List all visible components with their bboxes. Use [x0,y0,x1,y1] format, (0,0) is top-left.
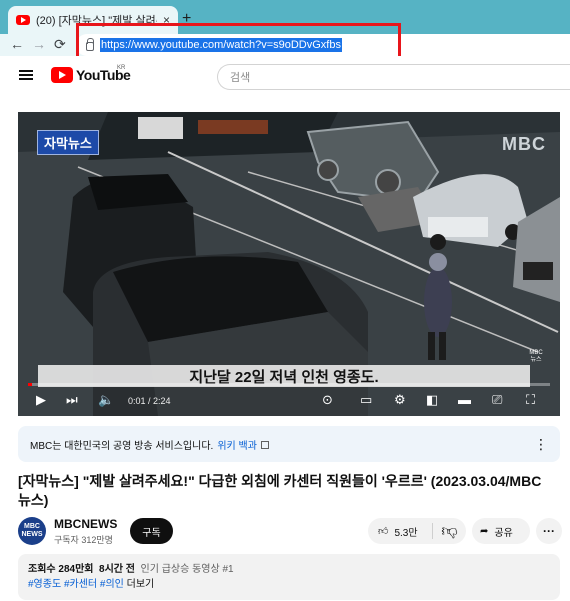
volume-icon[interactable]: 🔈 [98,392,114,408]
thumbs-down-icon: 👎︎ [441,522,458,540]
forward-arrow-icon[interactable]: → [32,36,46,52]
news-badge: 자막뉴스 [37,130,99,155]
settings-gear-icon[interactable]: ⚙ [394,392,406,408]
video-title: [자막뉴스] "제발 살려주세요!" 다급한 외침에 카센터 직원들이 '우르르… [18,473,542,508]
cast-icon[interactable]: ⎚ [492,392,502,408]
hashtag[interactable]: #의인 [100,579,124,590]
video-player[interactable]: 자막뉴스 MBC MBC 뉴스 지난달 22일 저녁 인천 영종도. ▶ ⏭ 🔈… [18,112,560,416]
menu-icon[interactable] [19,70,33,80]
info-panel: MBC는 대한민국의 공영 방송 서비스입니다. 위키 백과 ⋮ [18,426,560,462]
time-total: 2:24 [153,396,171,406]
time-current: 0:01 [128,396,146,406]
subtitles-icon[interactable]: ▭ [360,392,372,408]
wikipedia-link[interactable]: 위키 백과 [217,437,257,452]
search-input[interactable]: 검색 [217,64,570,90]
time-display: 0:01 / 2:24 [128,396,171,406]
lock-icon [86,37,94,51]
browser-toolbar: ← → ⟳ https://www.youtube.com/watch?v=s9… [0,34,570,56]
description-meta: 조회수 284만회 8시간 전 인기 급상승 동영상 #1 [28,562,550,577]
description-box[interactable]: 조회수 284만회 8시간 전 인기 급상승 동영상 #1 #영종도 #카센터 … [18,554,560,600]
url-text[interactable]: https://www.youtube.com/watch?v=s9oDDvGx… [100,38,342,52]
external-link-icon[interactable] [260,441,269,449]
upload-age: 8시간 전 [99,564,135,575]
miniplayer-icon[interactable]: ◧ [426,392,438,408]
next-icon[interactable]: ⏭ [66,392,78,408]
fullscreen-icon[interactable]: ⛶ [526,392,535,408]
hashtag[interactable]: #카센터 [64,579,97,590]
youtube-favicon-icon [16,15,30,25]
kebab-menu-icon[interactable]: ⋮ [534,436,548,453]
progress-bar[interactable] [28,383,550,386]
more-actions-button[interactable]: ··· [536,518,562,544]
subscribe-button[interactable]: 구독 [130,518,173,544]
subscriber-count: 구독자 312만명 [54,535,113,545]
back-arrow-icon[interactable]: ← [10,36,24,52]
channel-avatar[interactable]: MBC NEWS [18,517,46,545]
tab-close-button[interactable]: × [163,13,170,27]
share-label: 공유 [494,527,513,539]
youtube-logo-icon[interactable] [51,67,73,83]
show-more-link[interactable]: 더보기 [127,579,155,590]
like-button[interactable]: 👍︎ 5.3만 [368,518,432,544]
info-text: MBC는 대한민국의 공영 방송 서비스입니다. [30,440,214,452]
youtube-masthead: YouTube KR 검색 [0,56,570,96]
view-count: 조회수 284만회 [28,564,94,575]
small-logo-line1: MBC [529,350,543,356]
dislike-button[interactable]: 👎︎ [433,518,466,544]
search-placeholder: 검색 [230,72,251,84]
channel-name[interactable]: MBCNEWS [54,517,117,531]
share-arrow-icon: ➦ [480,525,489,537]
new-tab-button[interactable]: + [182,10,191,28]
theater-mode-icon[interactable]: ▬ [458,392,471,407]
browser-tab[interactable]: (20) [자막뉴스] "제발 살려주세요 × [8,6,178,34]
progress-fill [28,383,32,386]
avatar-line1: MBC [24,523,40,530]
mbc-watermark: MBC [502,134,546,154]
reload-icon[interactable]: ⟳ [54,36,66,53]
address-bar[interactable]: https://www.youtube.com/watch?v=s9oDDvGx… [76,34,570,56]
small-logo-line2: 뉴스 [530,357,542,363]
like-dislike-group: 👍︎ 5.3만 👎︎ [368,518,466,544]
avatar-line2: NEWS [21,531,43,538]
autoplay-toggle-icon[interactable]: ⊙ [322,392,333,408]
player-controls: ▶ ⏭ 🔈 0:01 / 2:24 ⊙ ▭ ⚙ ◧ ▬ ⎚ ⛶ [18,388,560,416]
thumbs-up-icon: 👍︎ [378,526,389,537]
play-icon[interactable]: ▶ [36,392,46,408]
tab-title: (20) [자막뉴스] "제발 살려주세요 [36,15,157,27]
country-code: KR [117,65,126,71]
trending-label[interactable]: 인기 급상승 동영상 #1 [141,564,234,575]
browser-tab-strip: (20) [자막뉴스] "제발 살려주세요 × + [0,0,570,34]
like-count: 5.3만 [394,527,418,539]
description-tags: #영종도 #카센터 #의인 더보기 [28,577,550,592]
share-button[interactable]: ➦ 공유 [472,518,530,544]
hashtag[interactable]: #영종도 [28,579,61,590]
